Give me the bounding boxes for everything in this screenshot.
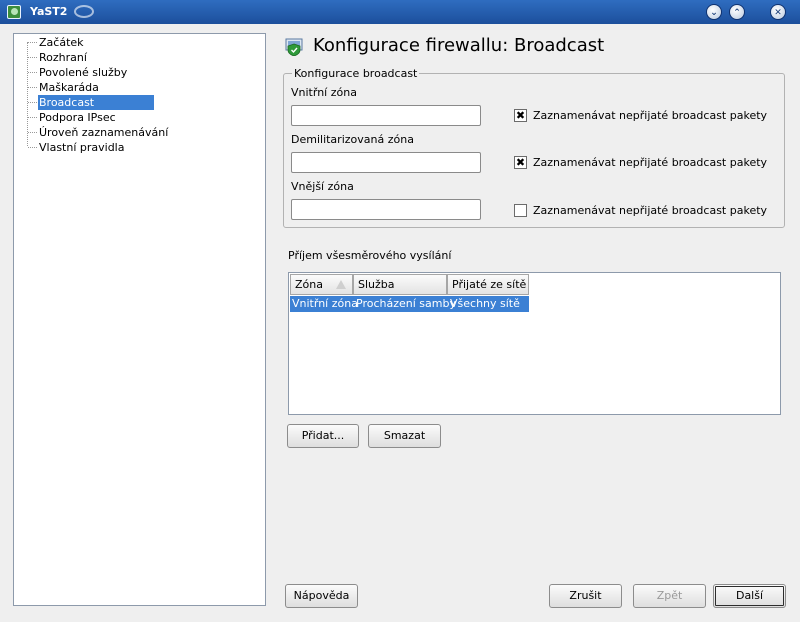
sidebar-item-maskarada[interactable]: Maškaráda [38, 80, 107, 95]
cell-zone: Vnitřní zóna [292, 297, 358, 310]
column-header-service[interactable]: Služba [353, 274, 447, 295]
cancel-button[interactable]: Zrušit [549, 584, 622, 608]
suse-logo-icon [74, 5, 94, 18]
reception-title: Příjem všesměrového vysílání [288, 249, 452, 262]
internal-zone-label: Vnitřní zóna [291, 86, 357, 99]
close-button[interactable]: ✕ [770, 4, 786, 20]
dmz-zone-input[interactable] [291, 152, 481, 173]
reception-table[interactable]: Zóna Služba Přijaté ze sítě Vnitřní zóna… [288, 272, 781, 415]
tree-branch [28, 147, 37, 148]
column-header-zone-label: Zóna [295, 278, 323, 291]
navigation-tree[interactable]: Začátek Rozhraní Povolené služby Maškará… [13, 33, 266, 606]
internal-zone-input[interactable] [291, 105, 481, 126]
sidebar-item-podpora-ipsec[interactable]: Podpora IPsec [38, 110, 124, 125]
back-button[interactable]: Zpět [633, 584, 706, 608]
tree-branch [28, 87, 37, 88]
add-button[interactable]: Přidat... [287, 424, 359, 448]
sidebar-item-povolene-sluzby[interactable]: Povolené služby [38, 65, 135, 80]
column-header-from[interactable]: Přijaté ze sítě [447, 274, 529, 295]
yast-app-icon [7, 5, 21, 19]
window-titlebar[interactable]: YaST2 ⌄ ⌃ ✕ [0, 0, 800, 24]
tree-branch [28, 72, 37, 73]
delete-button[interactable]: Smazat [368, 424, 441, 448]
sort-ascending-icon [336, 280, 346, 289]
help-button[interactable]: Nápověda [285, 584, 358, 608]
external-zone-log-checkbox[interactable] [514, 204, 527, 217]
dmz-zone-log-checkbox[interactable]: ✖ [514, 156, 527, 169]
external-zone-log-label[interactable]: Zaznamenávat nepřijaté broadcast pakety [533, 204, 767, 217]
tree-branch [28, 42, 37, 43]
column-header-zone[interactable]: Zóna [290, 274, 353, 295]
tree-branch [28, 132, 37, 133]
dmz-zone-label: Demilitarizovaná zóna [291, 133, 414, 146]
maximize-button[interactable]: ⌃ [729, 4, 745, 20]
minimize-button[interactable]: ⌄ [706, 4, 722, 20]
tree-branch [28, 57, 37, 58]
next-button[interactable]: Další [713, 584, 786, 608]
tree-branch [28, 117, 37, 118]
page-title: Konfigurace firewallu: Broadcast [313, 35, 605, 56]
sidebar-item-zacatek[interactable]: Začátek [38, 35, 92, 50]
cell-service: Procházení samby [356, 297, 456, 310]
tree-branch [28, 102, 37, 103]
broadcast-config-group-title: Konfigurace broadcast [292, 67, 420, 80]
dmz-zone-log-label[interactable]: Zaznamenávat nepřijaté broadcast pakety [533, 156, 767, 169]
sidebar-item-rozhrani[interactable]: Rozhraní [38, 50, 95, 65]
cell-from: Všechny sítě [450, 297, 520, 310]
window-title: YaST2 [30, 5, 68, 18]
firewall-shield-icon [285, 38, 303, 56]
sidebar-item-vlastni-pravidla[interactable]: Vlastní pravidla [38, 140, 132, 155]
internal-zone-log-label[interactable]: Zaznamenávat nepřijaté broadcast pakety [533, 109, 767, 122]
sidebar-item-broadcast[interactable]: Broadcast [38, 95, 154, 110]
external-zone-label: Vnější zóna [291, 180, 354, 193]
internal-zone-log-checkbox[interactable]: ✖ [514, 109, 527, 122]
external-zone-input[interactable] [291, 199, 481, 220]
sidebar-item-uroven-zaznamenavani[interactable]: Úroveň zaznamenávání [38, 125, 176, 140]
table-row[interactable]: Vnitřní zóna Procházení samby Všechny sí… [290, 296, 529, 312]
